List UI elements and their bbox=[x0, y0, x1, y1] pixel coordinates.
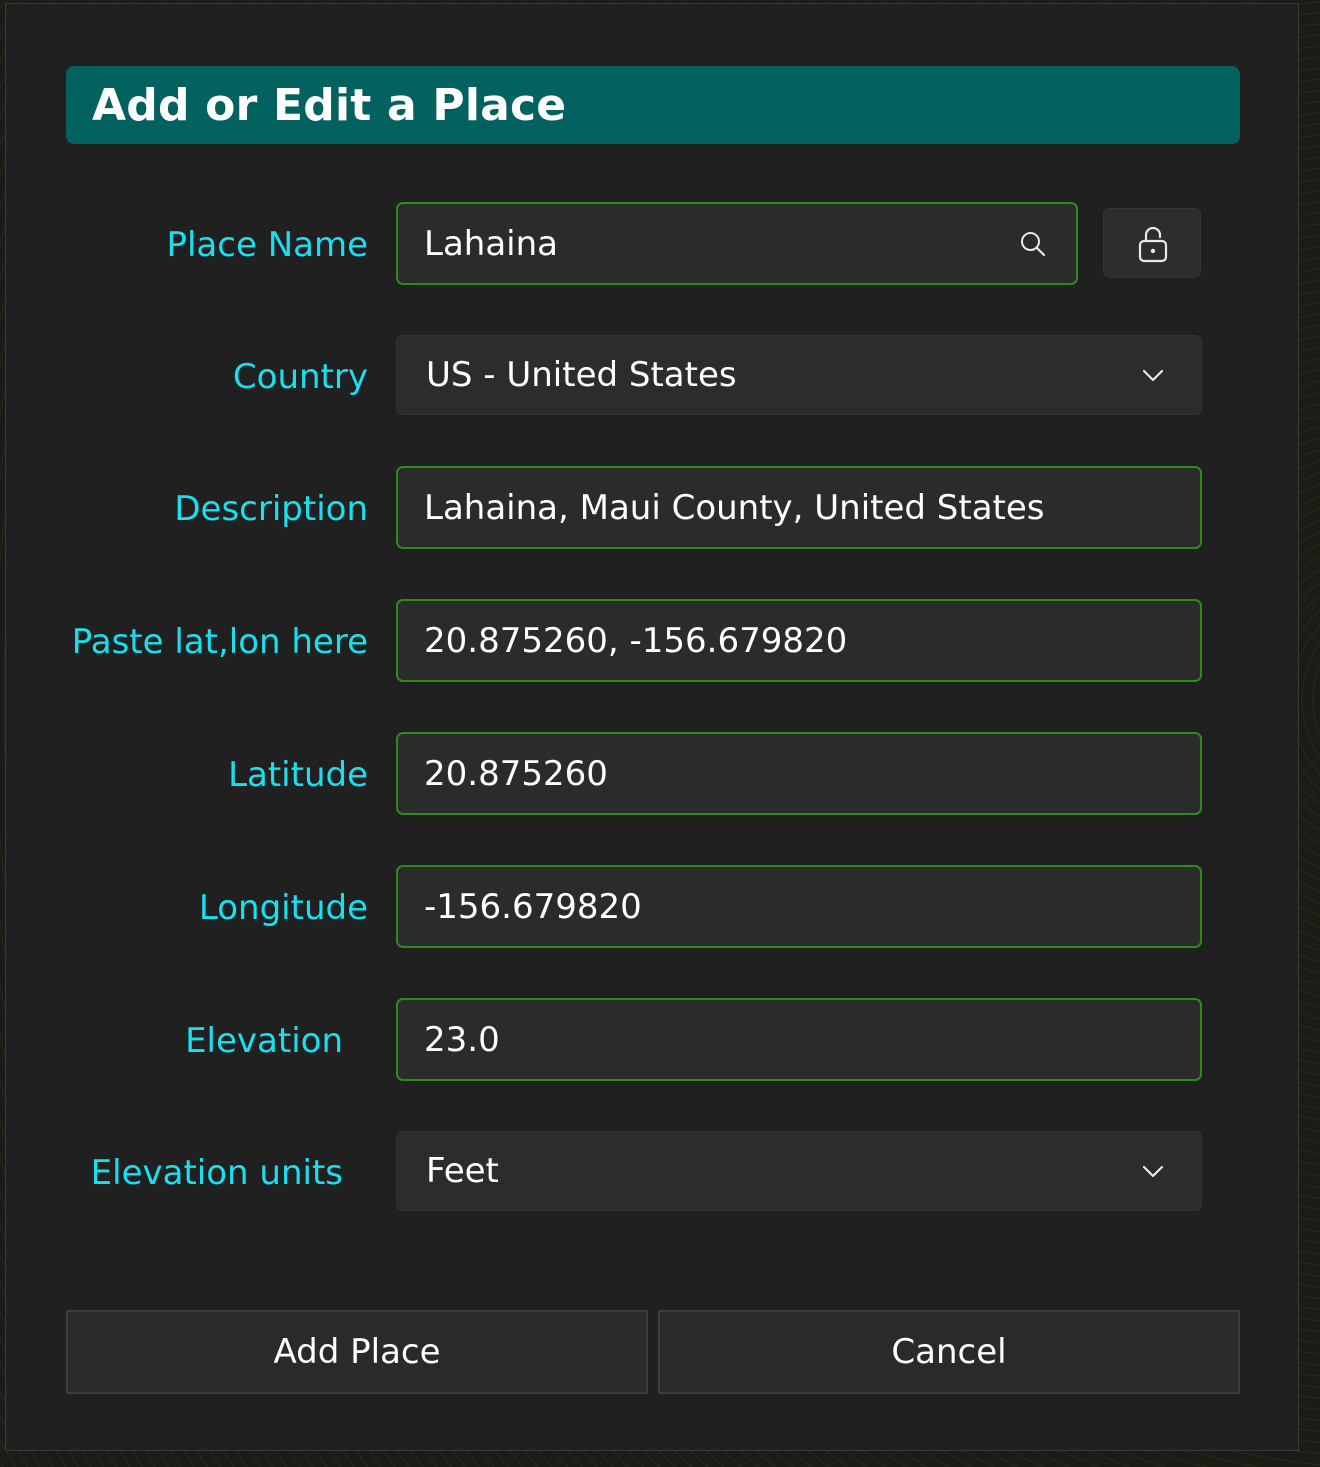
dialog-title: Add or Edit a Place bbox=[92, 80, 567, 131]
title-bar: Add or Edit a Place bbox=[66, 66, 1240, 144]
place-name-value: Lahaina bbox=[424, 223, 558, 264]
chevron-down-icon bbox=[1142, 1165, 1164, 1178]
lock-button[interactable] bbox=[1103, 208, 1201, 278]
description-value: Lahaina, Maui County, United States bbox=[424, 487, 1045, 528]
description-input[interactable]: Lahaina, Maui County, United States bbox=[396, 466, 1202, 549]
elevation-units-dropdown[interactable]: Feet bbox=[396, 1131, 1202, 1211]
paste-latlon-input[interactable]: 20.875260, -156.679820 bbox=[396, 599, 1202, 682]
paste-latlon-label: Paste lat,lon here bbox=[71, 622, 368, 662]
longitude-label: Longitude bbox=[198, 888, 368, 928]
description-label: Description bbox=[174, 489, 368, 529]
add-place-button[interactable]: Add Place bbox=[66, 1310, 648, 1394]
latitude-label: Latitude bbox=[228, 755, 368, 795]
latitude-input[interactable]: 20.875260 bbox=[396, 732, 1202, 815]
latitude-value: 20.875260 bbox=[424, 753, 608, 794]
country-selected: US - United States bbox=[426, 355, 737, 395]
longitude-value: -156.679820 bbox=[424, 886, 642, 927]
place-name-input[interactable]: Lahaina bbox=[396, 202, 1078, 285]
elevation-units-selected: Feet bbox=[426, 1151, 499, 1191]
country-label: Country bbox=[232, 357, 368, 397]
chevron-down-icon bbox=[1142, 369, 1164, 382]
country-dropdown[interactable]: US - United States bbox=[396, 335, 1202, 415]
longitude-input[interactable]: -156.679820 bbox=[396, 865, 1202, 948]
elevation-input[interactable]: 23.0 bbox=[396, 998, 1202, 1081]
elevation-value: 23.0 bbox=[424, 1019, 500, 1060]
add-edit-place-dialog: Add or Edit a Place Place Name Lahaina C… bbox=[5, 3, 1299, 1451]
place-name-label: Place Name bbox=[166, 225, 368, 265]
paste-latlon-value: 20.875260, -156.679820 bbox=[424, 620, 848, 661]
cancel-button[interactable]: Cancel bbox=[658, 1310, 1240, 1394]
search-icon[interactable] bbox=[1018, 229, 1048, 259]
elevation-units-label: Elevation units bbox=[90, 1153, 343, 1193]
lock-icon bbox=[1138, 226, 1168, 263]
elevation-label: Elevation bbox=[185, 1021, 343, 1061]
